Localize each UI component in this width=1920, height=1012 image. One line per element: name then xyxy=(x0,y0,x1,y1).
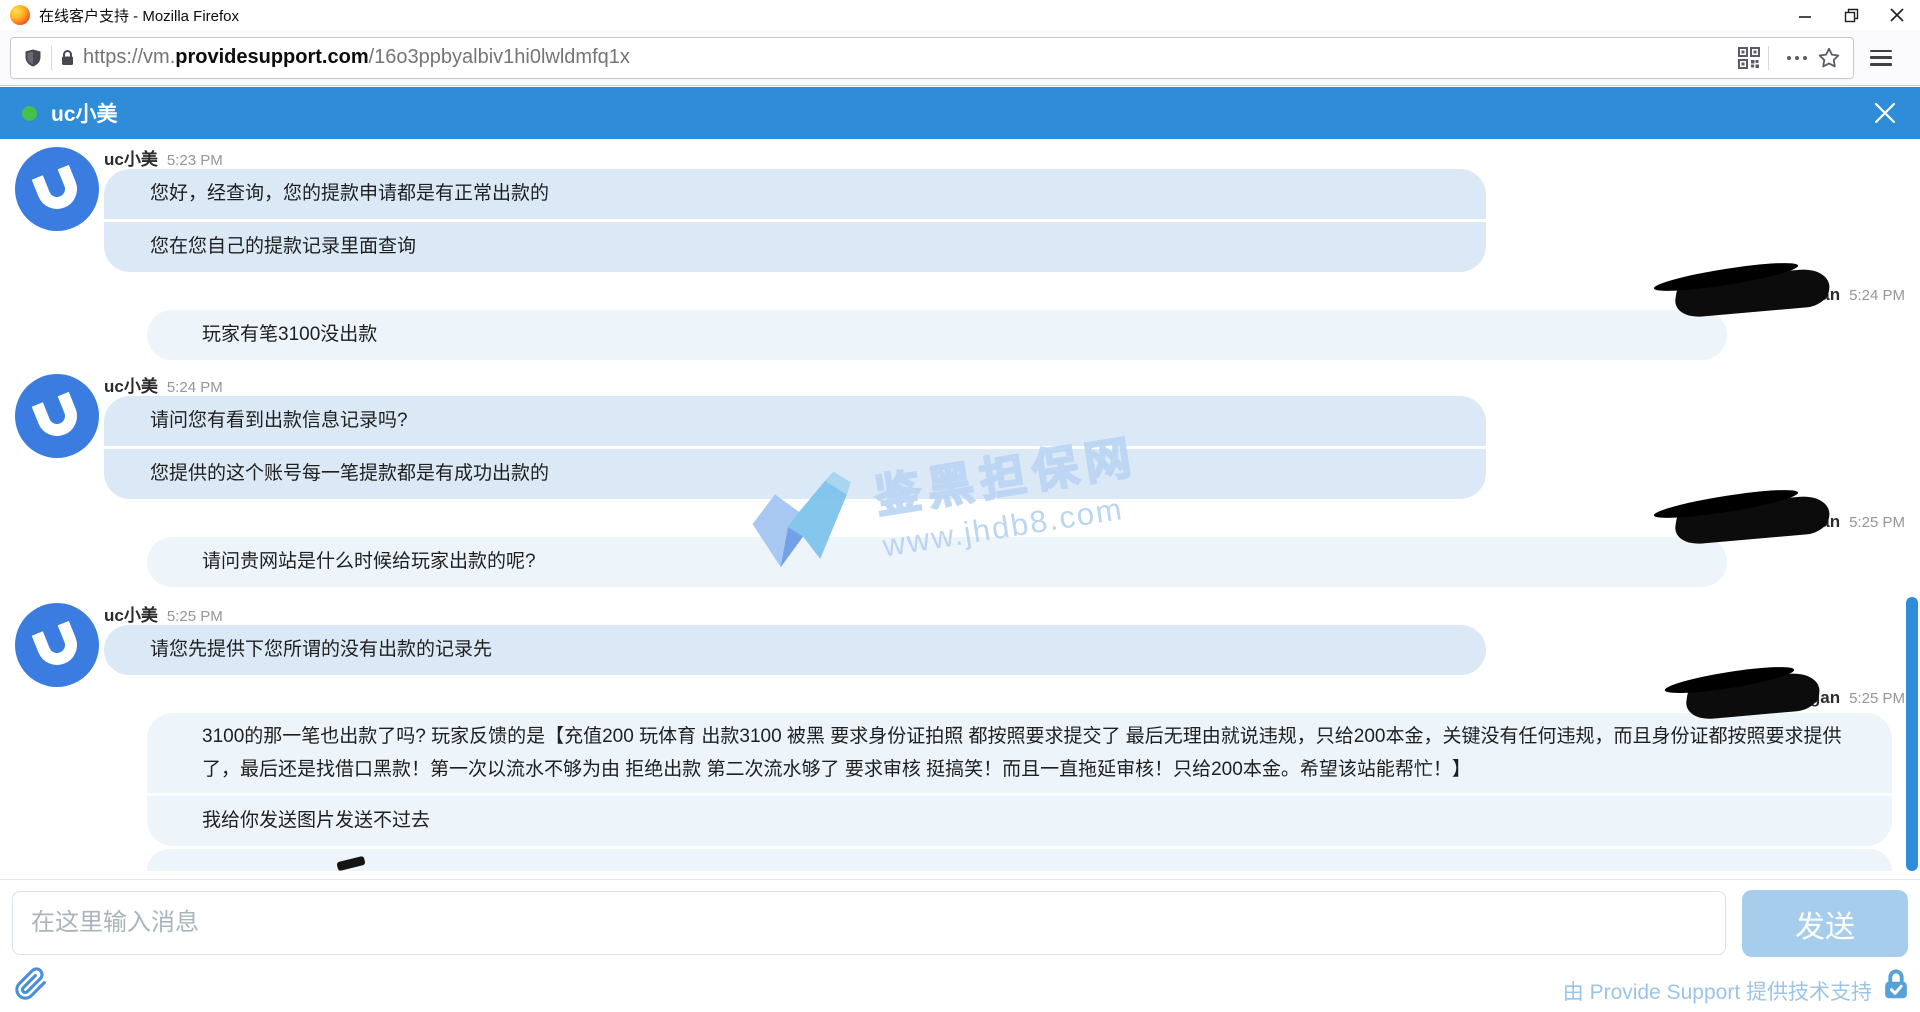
redaction-scribble: inghai xyxy=(1760,688,1810,708)
url-domain: providesupport.com xyxy=(175,46,368,68)
minimize-icon xyxy=(1798,8,1812,22)
message-time: 5:24 PM xyxy=(167,379,223,396)
message-time: 5:23 PM xyxy=(167,152,223,169)
chat-close-button[interactable] xyxy=(1872,100,1898,126)
menu-hamburger-icon[interactable] xyxy=(1870,50,1892,66)
message-bubble: 您在您自己的提款记录里面查询 xyxy=(104,222,1486,272)
agent-message-group: uc小美 5:25 PM 请您先提供下您所谓的没有出款的记录先 xyxy=(0,601,1920,675)
url-text: https://vm.providesupport.com/16o3ppbyal… xyxy=(83,46,1738,69)
restore-icon xyxy=(1844,8,1859,23)
image-fragment xyxy=(336,856,365,871)
scrollbar-thumb[interactable] xyxy=(1906,597,1918,871)
urlbar-divider xyxy=(51,46,52,70)
minimize-button[interactable] xyxy=(1782,0,1828,30)
agent-avatar xyxy=(15,374,99,458)
message-bubble: 请您先提供下您所谓的没有出款的记录先 xyxy=(104,625,1486,675)
agent-message-group: uc小美 5:23 PM 您好，经查询，您的提款申请都是有正常出款的 您在您自己… xyxy=(0,145,1920,272)
online-status-dot xyxy=(22,106,37,121)
message-bubble: 3100的那一笔也出款了吗? 玩家反馈的是【充值200 玩体育 出款3100 被… xyxy=(147,713,1892,793)
agent-avatar xyxy=(15,147,99,231)
agent-message-group: uc小美 5:24 PM 请问您有看到出款信息记录吗? 您提供的这个账号每一笔提… xyxy=(0,372,1920,499)
window-controls xyxy=(1782,0,1920,30)
window-title: 在线客户支持 - Mozilla Firefox xyxy=(39,5,239,26)
message-time: 5:25 PM xyxy=(1849,514,1905,531)
agent-name-row: uc小美 5:25 PM xyxy=(104,601,1920,625)
close-x-icon xyxy=(1873,101,1897,125)
https-lock-icon[interactable] xyxy=(60,49,75,66)
visitor-name-row: dinghaigan 5:24 PM xyxy=(0,280,1920,310)
message-bubble: 您好，经查询，您的提款申请都是有正常出款的 xyxy=(104,169,1486,219)
attach-paperclip-icon[interactable] xyxy=(14,966,48,1002)
partial-message-bubble xyxy=(147,849,1892,871)
message-bubble: 请问您有看到出款信息记录吗? xyxy=(104,396,1486,446)
chat-header: uc小美 xyxy=(0,87,1920,139)
message-bubble: 我给你发送图片发送不过去 xyxy=(147,796,1892,846)
message-time: 5:24 PM xyxy=(1849,287,1905,304)
chat-message-area: uc小美 5:23 PM 您好，经查询，您的提款申请都是有正常出款的 您在您自己… xyxy=(0,139,1920,880)
message-input[interactable] xyxy=(12,891,1726,955)
close-button[interactable] xyxy=(1874,0,1920,30)
visitor-name-row: dinghaigan 5:25 PM xyxy=(0,683,1920,713)
agent-name-row: uc小美 5:24 PM xyxy=(104,372,1920,396)
secure-lock-badge-icon xyxy=(1882,968,1910,1000)
redaction-scribble: dinghaig xyxy=(1749,512,1820,532)
page-actions-icon[interactable] xyxy=(1787,56,1807,60)
url-path: /16o3ppbyalbiv1hi0lwldmfq1x xyxy=(369,46,630,68)
chat-agent-title: uc小美 xyxy=(51,98,118,128)
message-time: 5:25 PM xyxy=(1849,690,1905,707)
message-bubble: 请问贵网站是什么时候给玩家出款的呢? xyxy=(147,537,1727,587)
bookmark-star-icon[interactable] xyxy=(1817,46,1841,70)
urlbar-divider-right xyxy=(1768,46,1769,70)
visitor-name-row: dinghaigan 5:25 PM xyxy=(0,507,1920,537)
tracking-shield-icon[interactable] xyxy=(23,48,43,68)
send-button[interactable]: 发送 xyxy=(1742,890,1908,957)
chat-widget: uc小美 uc小美 5:23 PM 您好，经查询，您的提款申请都是有正常出款的 … xyxy=(0,87,1920,1012)
powered-by-link[interactable]: 由 Provide Support 提供技术支持 xyxy=(1563,976,1872,1006)
qr-code-icon[interactable] xyxy=(1738,47,1760,69)
maximize-button[interactable] xyxy=(1828,0,1874,30)
agent-name: uc小美 xyxy=(104,145,158,170)
message-time: 5:25 PM xyxy=(167,608,223,625)
close-icon xyxy=(1890,8,1904,22)
agent-avatar xyxy=(15,603,99,687)
agent-name: uc小美 xyxy=(104,601,158,626)
visitor-message-group: dinghaigan 5:24 PM 玩家有笔3100没出款 xyxy=(0,280,1920,360)
agent-name-row: uc小美 5:23 PM xyxy=(104,145,1920,169)
redaction-scribble: dinghaig xyxy=(1749,285,1820,305)
visitor-message-group: dinghaigan 5:25 PM 请问贵网站是什么时候给玩家出款的呢? xyxy=(0,507,1920,587)
browser-titlebar: 在线客户支持 - Mozilla Firefox xyxy=(0,0,1920,30)
url-scheme: https://vm. xyxy=(83,46,175,68)
message-input-panel: 发送 由 Provide Support 提供技术支持 xyxy=(0,879,1920,1012)
message-bubble: 您提供的这个账号每一笔提款都是有成功出款的 xyxy=(104,449,1486,499)
agent-name: uc小美 xyxy=(104,372,158,397)
visitor-message-group: dinghaigan 5:25 PM 3100的那一笔也出款了吗? 玩家反馈的是… xyxy=(0,683,1920,871)
url-bar[interactable]: https://vm.providesupport.com/16o3ppbyal… xyxy=(10,37,1854,79)
firefox-icon xyxy=(10,5,30,25)
browser-toolbar: https://vm.providesupport.com/16o3ppbyal… xyxy=(0,30,1920,86)
message-bubble: 玩家有笔3100没出款 xyxy=(147,310,1727,360)
